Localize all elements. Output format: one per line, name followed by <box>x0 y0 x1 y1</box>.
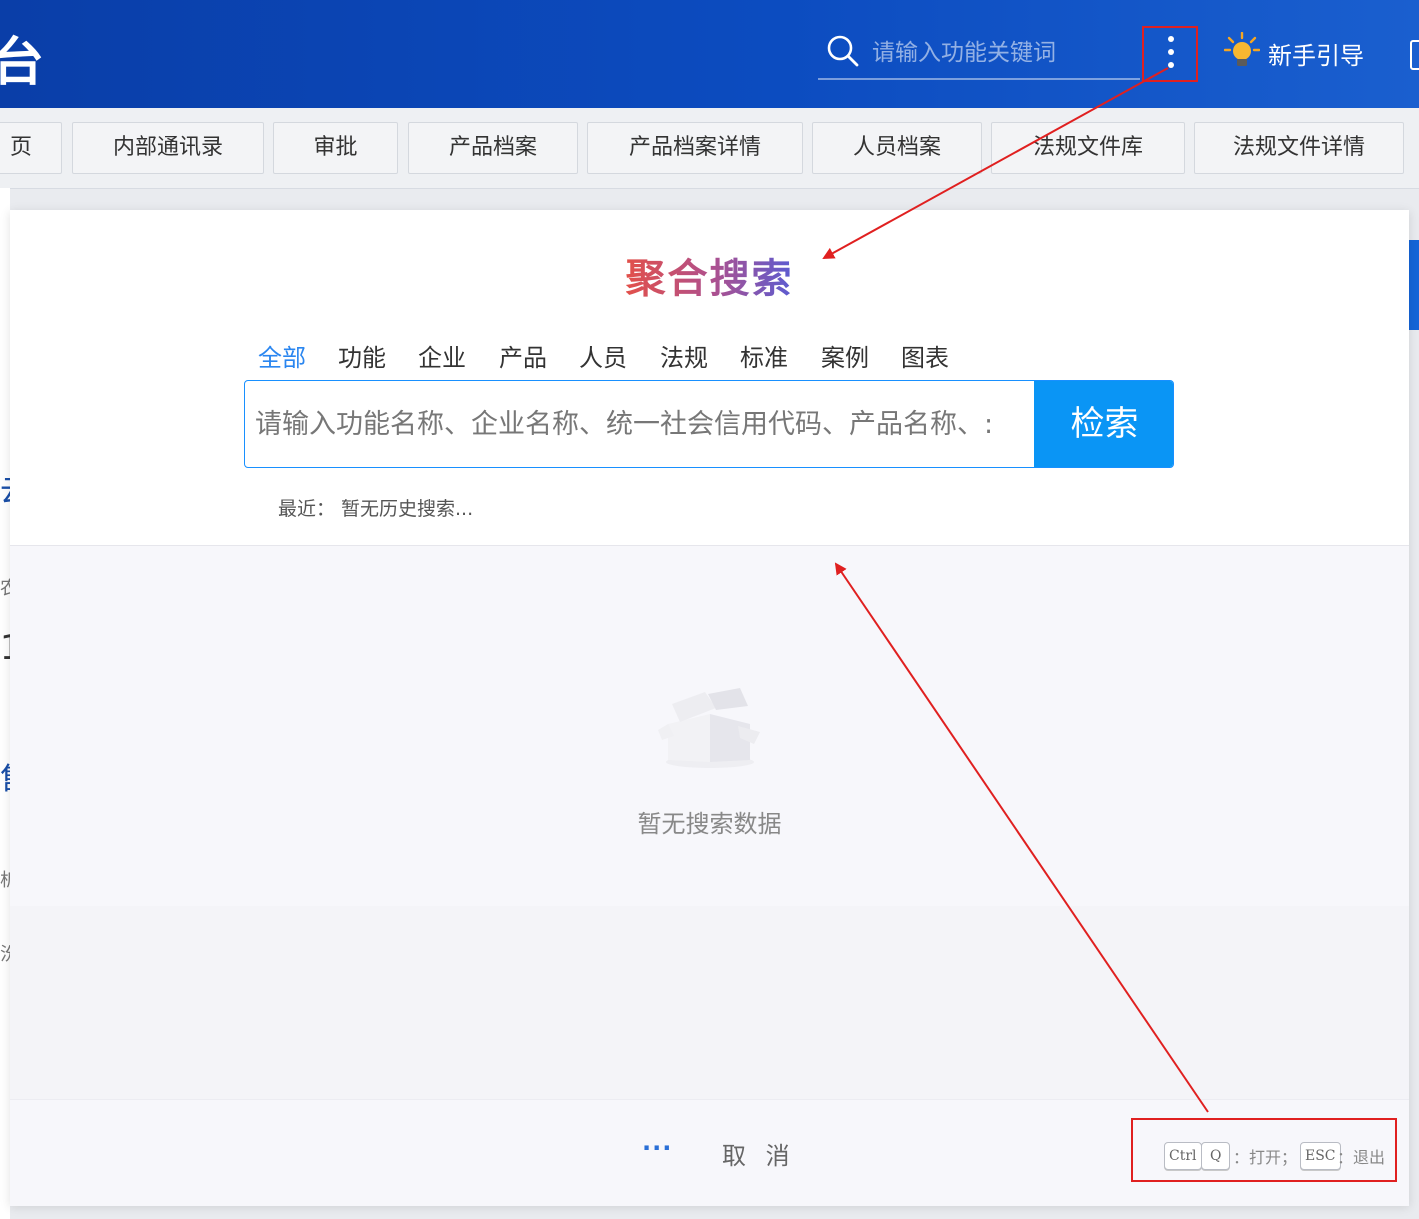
background-page <box>0 188 10 1219</box>
tab-contacts[interactable]: 内部通讯录 <box>72 122 264 174</box>
results-lower-band <box>10 906 1409 1100</box>
recent-label: 最近： <box>278 498 336 520</box>
category-regulation[interactable]: 法规 <box>660 338 708 373</box>
results-area: 暂无搜索数据 <box>10 545 1409 1100</box>
tab-personnel[interactable]: 人员档案 <box>812 122 982 174</box>
aggregate-search-modal: 聚合搜索 全部 功能 企业 产品 人员 法规 标准 案例 图表 检索 最近：暂无… <box>10 210 1409 1206</box>
top-header: 台 请输入功能关键词 新手引导 <box>0 0 1419 108</box>
recent-searches: 最近： 暂无历史搜索... <box>278 494 473 521</box>
cancel-button[interactable]: 取 消 <box>722 1136 796 1171</box>
category-product[interactable]: 产品 <box>499 338 547 373</box>
annotation-highlight-box <box>1131 1118 1397 1182</box>
lightbulb-icon <box>1223 31 1261 74</box>
tab-product-detail[interactable]: 产品档案详情 <box>587 122 803 174</box>
recent-value: 暂无历史搜索... <box>341 498 474 520</box>
header-search-placeholder: 请输入功能关键词 <box>872 40 1056 66</box>
category-function[interactable]: 功能 <box>338 338 386 373</box>
more-menu-button[interactable] <box>1142 26 1198 82</box>
category-standard[interactable]: 标准 <box>740 338 788 373</box>
device-icon[interactable] <box>1410 40 1419 70</box>
more-icon[interactable]: ··· <box>642 1134 672 1162</box>
background-panel <box>1409 240 1419 330</box>
header-search[interactable]: 请输入功能关键词 <box>818 24 1140 80</box>
search-button[interactable]: 检索 <box>1034 381 1173 467</box>
tab-approval[interactable]: 审批 <box>273 122 398 174</box>
tab-home[interactable]: 页 <box>0 122 62 174</box>
empty-box-icon <box>650 664 770 778</box>
empty-state-text: 暂无搜索数据 <box>637 810 782 838</box>
tab-regulation-detail[interactable]: 法规文件详情 <box>1194 122 1404 174</box>
category-all[interactable]: 全部 <box>258 338 306 373</box>
search-icon <box>826 34 860 72</box>
tab-product-archive[interactable]: 产品档案 <box>408 122 578 174</box>
category-enterprise[interactable]: 企业 <box>418 338 466 373</box>
app-brand: 台 <box>0 33 47 93</box>
category-personnel[interactable]: 人员 <box>579 338 627 373</box>
category-case[interactable]: 案例 <box>821 338 869 373</box>
guide-label: 新手引导 <box>1268 42 1364 70</box>
search-input[interactable] <box>245 381 1033 467</box>
tab-regulations[interactable]: 法规文件库 <box>991 122 1185 174</box>
page-tabs: 页 内部通讯录 审批 产品档案 产品档案详情 人员档案 法规文件库 法规文件详情 <box>0 108 1419 189</box>
category-chart[interactable]: 图表 <box>901 338 949 373</box>
modal-title: 聚合搜索 <box>625 256 794 302</box>
search-bar: 检索 <box>244 380 1174 468</box>
